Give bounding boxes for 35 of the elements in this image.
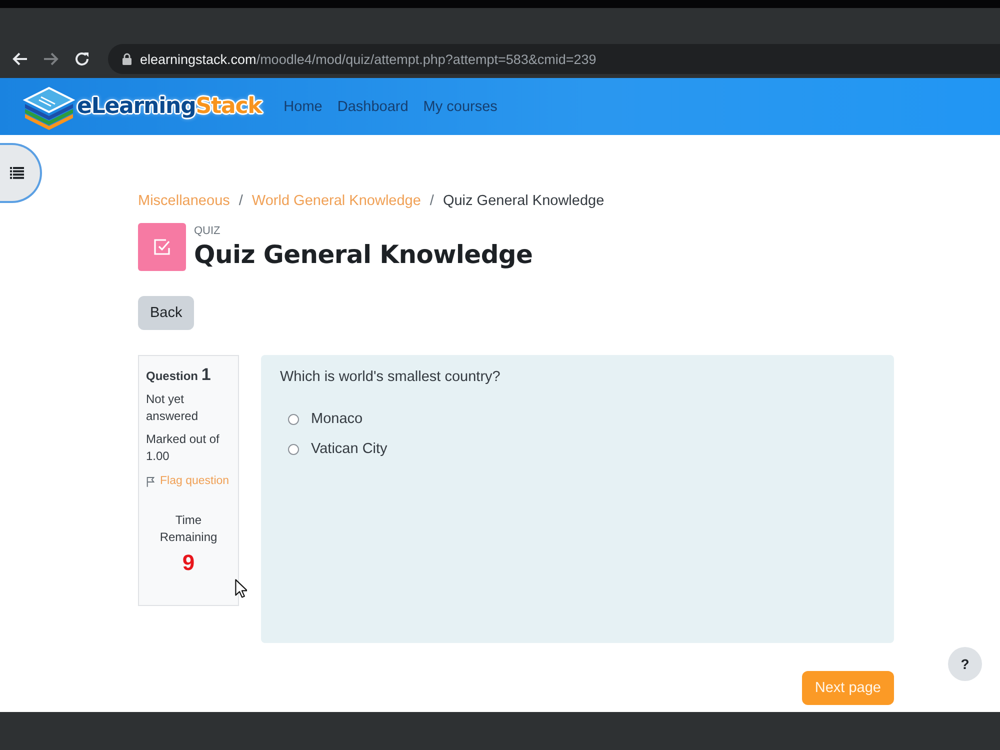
quiz-checkbox-icon bbox=[138, 223, 186, 271]
back-arrow-icon bbox=[12, 51, 28, 67]
question-marks: Marked out of 1.00 bbox=[146, 431, 220, 465]
breadcrumb-current: Quiz General Knowledge bbox=[442, 193, 604, 209]
nav-link[interactable]: My courses bbox=[423, 98, 498, 114]
reload-icon bbox=[74, 51, 90, 67]
breadcrumb-link[interactable]: Miscellaneous bbox=[138, 193, 230, 209]
nav-link[interactable]: Home bbox=[284, 98, 322, 114]
flag-icon bbox=[146, 476, 155, 487]
question-number: Question 1 bbox=[146, 366, 211, 385]
drawer-toggle-button[interactable] bbox=[0, 143, 42, 203]
nav-link[interactable]: Dashboard bbox=[337, 98, 408, 114]
url-text: elearningstack.com/moodle4/mod/quiz/attempt.php?attempt=583&cmid=239 bbox=[140, 52, 596, 66]
breadcrumb-link[interactable]: World General Knowledge bbox=[252, 193, 421, 209]
address-bar[interactable]: elearningstack.com/moodle4/mod/quiz/attempt.php?attempt=583&cmid=239 bbox=[108, 44, 1000, 74]
flag-question-link[interactable]: Flag question bbox=[146, 473, 230, 490]
timer-label: Time Remaining bbox=[158, 512, 218, 546]
answer-option[interactable]: Monaco bbox=[280, 411, 363, 427]
radio-button[interactable] bbox=[288, 444, 299, 454]
page-title: Quiz General Knowledge bbox=[194, 239, 533, 271]
activity-type-label: QUIZ bbox=[194, 225, 220, 238]
answer-option[interactable]: Vatican City bbox=[280, 441, 388, 457]
help-button[interactable]: ? bbox=[948, 647, 982, 681]
forward-arrow-icon bbox=[43, 51, 59, 67]
back-button[interactable]: Back bbox=[138, 296, 194, 330]
radio-button[interactable] bbox=[288, 414, 299, 424]
question-text: Which is world's smallest country? bbox=[280, 369, 502, 385]
lock-icon bbox=[122, 53, 132, 65]
breadcrumb-separator: / bbox=[238, 193, 243, 209]
logo-wordmark[interactable]: eLearningStack bbox=[77, 94, 262, 119]
breadcrumb-separator: / bbox=[430, 193, 434, 209]
question-status: Not yet answered bbox=[146, 391, 200, 425]
list-icon bbox=[10, 167, 24, 179]
next-page-button[interactable]: Next page bbox=[802, 671, 894, 705]
timer-value: 9 bbox=[182, 550, 195, 576]
